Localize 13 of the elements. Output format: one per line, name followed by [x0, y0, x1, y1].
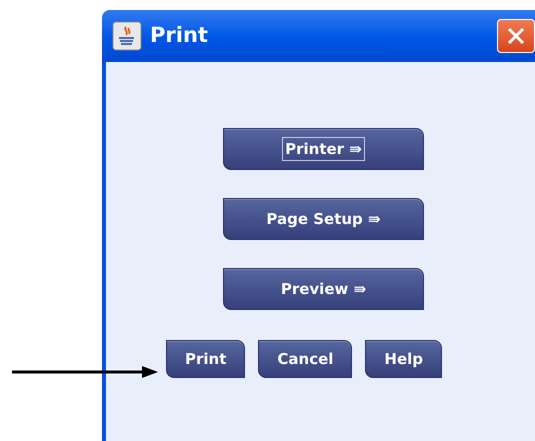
- nav-button[interactable]: Page Setup ⇛: [223, 198, 424, 240]
- java-cup-icon: [112, 21, 142, 51]
- focus-ring: Printer ⇛: [282, 136, 365, 162]
- close-icon: [506, 26, 526, 46]
- close-button[interactable]: [497, 19, 535, 53]
- action-button[interactable]: Help: [365, 340, 442, 378]
- nav-button[interactable]: Printer ⇛: [223, 128, 424, 170]
- action-button[interactable]: Print: [166, 340, 246, 378]
- action-button[interactable]: Cancel: [258, 340, 352, 378]
- window-title: Print: [150, 22, 208, 50]
- focus-ring: Page Setup ⇛: [265, 208, 382, 230]
- focus-ring: Preview ⇛: [280, 278, 368, 300]
- nav-button[interactable]: Preview ⇛: [223, 268, 424, 310]
